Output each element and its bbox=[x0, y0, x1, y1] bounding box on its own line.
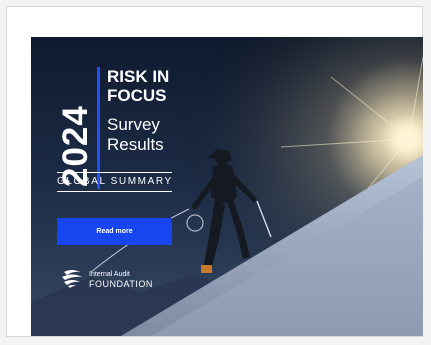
title-bold-line-2: FOCUS bbox=[107, 86, 167, 105]
report-subtitle: GLOBAL SUMMARY bbox=[57, 176, 173, 187]
report-card: 2024 RISK IN FOCUS Survey Results GLOBAL… bbox=[6, 6, 423, 337]
subtitle-rule-top bbox=[57, 172, 172, 173]
org-name-line-2: FOUNDATION bbox=[89, 279, 153, 289]
title-bold-line-1: RISK IN bbox=[107, 67, 170, 86]
subtitle-rule-bottom bbox=[57, 191, 172, 192]
report-cover-image[interactable]: 2024 RISK IN FOCUS Survey Results GLOBAL… bbox=[31, 37, 423, 336]
report-title-bold: RISK IN FOCUS bbox=[107, 67, 169, 105]
title-light-line-1: Survey bbox=[107, 115, 160, 134]
report-title-light: Survey Results bbox=[107, 115, 164, 155]
org-name-line-1: Internal Audit bbox=[89, 271, 130, 278]
read-more-button[interactable]: Read more bbox=[57, 218, 172, 245]
title-light-line-2: Results bbox=[107, 135, 164, 154]
foundation-logo-icon bbox=[62, 270, 82, 288]
title-accent-bar bbox=[97, 67, 100, 189]
